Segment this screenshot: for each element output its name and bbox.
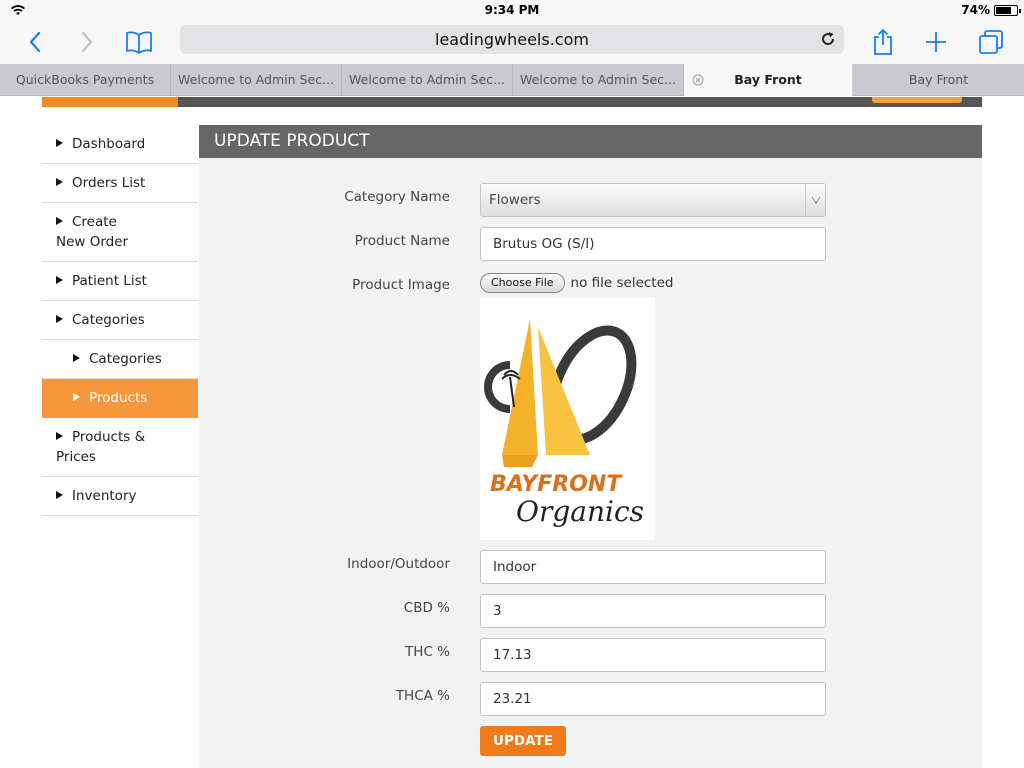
tab-quickbooks[interactable]: QuickBooks Payments bbox=[0, 64, 171, 96]
update-product-panel: UPDATE PRODUCT Category Name Flowers Pro… bbox=[199, 125, 982, 768]
clock: 9:34 PM bbox=[484, 3, 540, 17]
sidebar-item-label: Orders List bbox=[72, 175, 146, 191]
tab-admin-2[interactable]: Welcome to Admin Sec... bbox=[342, 64, 513, 96]
cbd-input[interactable]: 3 bbox=[480, 594, 826, 628]
triangle-right-icon bbox=[56, 276, 63, 284]
sidebar-item-label: Categories bbox=[72, 312, 145, 328]
product-image-label: Product Image bbox=[352, 277, 450, 293]
bookmarks-icon bbox=[126, 31, 152, 54]
sidebar-item-label: Products bbox=[89, 390, 148, 406]
thc-input[interactable]: 17.13 bbox=[480, 638, 826, 672]
reload-icon[interactable] bbox=[818, 29, 838, 49]
sidebar-item-inventory[interactable]: Inventory bbox=[42, 477, 198, 516]
triangle-right-icon bbox=[56, 315, 63, 323]
sidebar-subitem-products[interactable]: Products bbox=[42, 379, 198, 418]
indoor-outdoor-input[interactable]: Indoor bbox=[480, 550, 826, 584]
product-image: BAYFRONT Organics bbox=[480, 297, 655, 540]
sidebar-item-categories[interactable]: Categories bbox=[42, 301, 198, 340]
sidebar-item-label: Products & Prices bbox=[56, 429, 146, 465]
share-icon bbox=[874, 28, 892, 55]
thca-input[interactable]: 23.21 bbox=[480, 682, 826, 716]
category-select[interactable]: Flowers bbox=[480, 183, 826, 217]
url-text[interactable]: leadingwheels.com bbox=[180, 30, 844, 49]
sidebar-item-patient-list[interactable]: Patient List bbox=[42, 262, 198, 301]
triangle-right-icon bbox=[56, 217, 63, 225]
battery-percentage: 74% bbox=[961, 3, 990, 17]
update-button[interactable]: UPDATE bbox=[480, 726, 566, 756]
chevron-down-icon bbox=[805, 184, 825, 216]
tab-admin-3[interactable]: Welcome to Admin Sec... bbox=[513, 64, 684, 96]
battery-icon bbox=[994, 5, 1021, 16]
triangle-right-icon bbox=[56, 432, 63, 440]
thca-label: THCA % bbox=[395, 688, 450, 704]
sidebar-item-dashboard[interactable]: Dashboard bbox=[42, 125, 198, 164]
category-name-label: Category Name bbox=[344, 189, 450, 205]
sidebar-item-label: Dashboard bbox=[72, 136, 146, 152]
logo-text-bayfront: BAYFRONT bbox=[490, 472, 623, 497]
sidebar-item-label: Patient List bbox=[72, 273, 147, 289]
thc-label: THC % bbox=[405, 644, 450, 660]
tab-label: Welcome to Admin Sec... bbox=[178, 72, 334, 87]
indoor-outdoor-label: Indoor/Outdoor bbox=[347, 556, 450, 572]
sidebar-item-label: Create New Order bbox=[56, 214, 129, 250]
forward-icon bbox=[81, 31, 93, 53]
back-button[interactable] bbox=[18, 25, 52, 59]
sidebar-item-create-new-order[interactable]: Create New Order bbox=[42, 203, 160, 261]
status-bar: 9:34 PM 74% bbox=[0, 0, 1024, 20]
site-logo[interactable] bbox=[42, 97, 178, 107]
tab-label: QuickBooks Payments bbox=[15, 72, 155, 87]
close-tab-icon[interactable] bbox=[692, 74, 704, 86]
file-upload: Choose File no file selected bbox=[480, 272, 673, 294]
share-button[interactable] bbox=[866, 25, 900, 59]
file-status-text: no file selected bbox=[570, 275, 674, 291]
product-name-input[interactable]: Brutus OG (S/I) bbox=[480, 227, 826, 261]
bookmarks-button[interactable] bbox=[122, 25, 156, 59]
logo-text-organics: Organics bbox=[516, 495, 644, 528]
tabs-overview-button[interactable] bbox=[974, 25, 1008, 59]
site-header-fragment bbox=[42, 97, 982, 107]
choose-file-button[interactable]: Choose File bbox=[480, 273, 565, 293]
tab-bar: QuickBooks Payments Welcome to Admin Sec… bbox=[0, 64, 1024, 96]
sidebar-subitem-categories[interactable]: Categories bbox=[42, 340, 198, 379]
back-icon bbox=[29, 31, 41, 53]
new-tab-icon bbox=[926, 32, 946, 52]
tab-admin-1[interactable]: Welcome to Admin Sec... bbox=[171, 64, 342, 96]
triangle-right-icon bbox=[73, 354, 80, 362]
cbd-label: CBD % bbox=[403, 600, 450, 616]
tab-label: Bay Front bbox=[734, 72, 802, 87]
web-page: Dashboard Orders List Create New Order P… bbox=[0, 97, 1024, 768]
forward-button[interactable] bbox=[70, 25, 104, 59]
tab-label: Welcome to Admin Sec... bbox=[349, 72, 505, 87]
tab-bay-front-active[interactable]: Bay Front bbox=[684, 64, 853, 96]
page-title: UPDATE PRODUCT bbox=[199, 125, 982, 158]
tab-label: Welcome to Admin Sec... bbox=[520, 72, 676, 87]
tabs-icon bbox=[979, 30, 1003, 54]
bayfront-organics-logo: BAYFRONT Organics bbox=[480, 297, 655, 540]
sidebar-item-label: Categories bbox=[89, 351, 162, 367]
triangle-right-icon bbox=[56, 178, 63, 186]
sidebar-item-products-prices[interactable]: Products & Prices bbox=[42, 418, 198, 477]
triangle-right-icon bbox=[56, 139, 63, 147]
sidebar-nav: Dashboard Orders List Create New Order P… bbox=[42, 125, 198, 516]
sidebar-item-label: Inventory bbox=[72, 488, 137, 504]
category-selected-value: Flowers bbox=[489, 192, 541, 208]
triangle-right-icon bbox=[56, 491, 63, 499]
tab-label: Bay Front bbox=[908, 72, 969, 87]
tab-bay-front[interactable]: Bay Front bbox=[853, 64, 1024, 96]
sidebar-item-orders-list[interactable]: Orders List bbox=[42, 164, 198, 203]
new-tab-button[interactable] bbox=[919, 25, 953, 59]
header-button[interactable] bbox=[872, 97, 962, 103]
browser-toolbar: leadingwheels.com bbox=[0, 20, 1024, 64]
address-bar[interactable]: leadingwheels.com bbox=[180, 25, 844, 54]
triangle-right-icon bbox=[73, 393, 80, 401]
product-name-label: Product Name bbox=[354, 233, 450, 249]
